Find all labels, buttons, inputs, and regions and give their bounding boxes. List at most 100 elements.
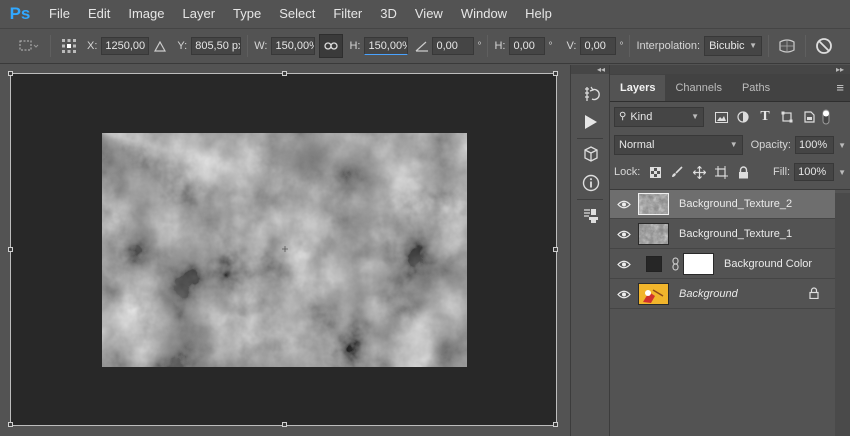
- layer-row-background-texture-2[interactable]: Background_Texture_2: [610, 190, 835, 219]
- separator: [247, 35, 249, 57]
- actions-play-icon[interactable]: [571, 108, 611, 136]
- menu-select[interactable]: Select: [270, 0, 324, 28]
- x-field[interactable]: 1250,00 px: [101, 37, 150, 55]
- layer-name: Background Color: [724, 258, 813, 270]
- transform-handle[interactable]: [8, 422, 13, 427]
- filter-adjustment-icon[interactable]: [732, 107, 754, 127]
- 3d-cube-icon[interactable]: [571, 141, 611, 169]
- visibility-eye-icon[interactable]: [610, 220, 638, 249]
- hskew-field[interactable]: 0,00: [509, 37, 546, 55]
- menu-image[interactable]: Image: [119, 0, 173, 28]
- visibility-eye-icon[interactable]: [610, 190, 638, 219]
- blend-mode-select[interactable]: Normal ▼: [614, 135, 743, 155]
- mask-link-icon[interactable]: [669, 257, 681, 271]
- chevron-down-icon[interactable]: ▼: [838, 168, 846, 177]
- filter-shape-icon[interactable]: [776, 107, 798, 127]
- w-label: W:: [254, 40, 268, 52]
- visibility-eye-icon[interactable]: [610, 280, 638, 309]
- transform-handle[interactable]: [282, 71, 287, 76]
- width-field[interactable]: 150,00%: [271, 37, 316, 55]
- layer-mask-thumbnail[interactable]: [683, 253, 714, 275]
- link-icon[interactable]: [319, 34, 344, 58]
- separator: [768, 35, 770, 57]
- history-icon[interactable]: [571, 80, 611, 108]
- clone-source-icon[interactable]: [571, 202, 611, 230]
- rotate-angle-icon: [412, 34, 432, 58]
- lock-all-icon[interactable]: [732, 162, 754, 182]
- separator: [487, 35, 489, 57]
- transform-handle[interactable]: [553, 71, 558, 76]
- fill-layer-thumbnail: [638, 253, 669, 275]
- filter-type-icon[interactable]: T: [754, 107, 776, 127]
- cancel-transform-icon[interactable]: [812, 34, 836, 58]
- layers-list: Background_Texture_2 Background_Texture_…: [610, 189, 850, 436]
- transform-handle[interactable]: [8, 71, 13, 76]
- delta-icon[interactable]: [149, 34, 171, 58]
- layers-panel: ▸▸ Layers Channels Paths ≡ ⚲ Kind ▼ T No…: [610, 65, 850, 436]
- tab-paths[interactable]: Paths: [732, 75, 780, 101]
- transform-handle[interactable]: [553, 422, 558, 427]
- tab-layers[interactable]: Layers: [610, 75, 666, 101]
- angle-degree: °: [477, 40, 482, 52]
- chevron-down-icon[interactable]: ▼: [838, 141, 846, 150]
- menu-window[interactable]: Window: [452, 0, 516, 28]
- chevron-down-icon: ▼: [749, 41, 758, 50]
- panel-scrollbar[interactable]: [835, 193, 850, 436]
- warp-icon[interactable]: [775, 34, 799, 58]
- transform-handle[interactable]: [8, 247, 13, 252]
- visibility-eye-icon[interactable]: [610, 250, 638, 279]
- tab-channels[interactable]: Channels: [665, 75, 731, 101]
- hskew-degree: °: [548, 40, 553, 52]
- layer-lock-icon[interactable]: [809, 286, 819, 302]
- layer-thumbnail: [638, 193, 669, 215]
- panel-dock-strip: ◂◂: [570, 65, 610, 436]
- lock-artboard-icon[interactable]: [710, 162, 732, 182]
- layer-name: Background_Texture_1: [679, 228, 793, 240]
- vskew-field[interactable]: 0,00: [580, 37, 617, 55]
- document-workspace[interactable]: [0, 65, 570, 436]
- fill-field[interactable]: 100%: [794, 163, 835, 181]
- lock-brush-icon[interactable]: [666, 162, 688, 182]
- layer-row-background-texture-1[interactable]: Background_Texture_1: [610, 220, 835, 249]
- info-icon[interactable]: [571, 169, 611, 197]
- menu-type[interactable]: Type: [224, 0, 270, 28]
- transform-handle[interactable]: [553, 247, 558, 252]
- layer-row-background[interactable]: Background: [610, 280, 835, 309]
- lock-transparency-icon[interactable]: [644, 162, 666, 182]
- panel-menu-icon[interactable]: ≡: [836, 75, 844, 101]
- collapse-arrows-icon[interactable]: ◂◂: [571, 65, 609, 74]
- lock-move-icon[interactable]: [688, 162, 710, 182]
- menu-layer[interactable]: Layer: [174, 0, 225, 28]
- reference-point-icon[interactable]: [57, 34, 81, 58]
- collapse-arrows-icon[interactable]: ▸▸: [610, 65, 850, 74]
- opacity-field[interactable]: 100%: [794, 136, 835, 154]
- interpolation-select[interactable]: Bicubic ▼: [704, 36, 763, 56]
- menu-view[interactable]: View: [406, 0, 452, 28]
- menu-edit[interactable]: Edit: [79, 0, 119, 28]
- search-icon: ⚲: [619, 111, 627, 122]
- menu-file[interactable]: File: [40, 0, 79, 28]
- document-canvas[interactable]: [8, 71, 558, 427]
- angle-field[interactable]: 0,00: [432, 37, 475, 55]
- menu-filter[interactable]: Filter: [324, 0, 371, 28]
- layer-thumbnail: [638, 223, 669, 245]
- filter-smart-object-icon[interactable]: [798, 107, 820, 127]
- h-label: H:: [349, 40, 361, 52]
- layer-name: Background_Texture_2: [679, 198, 793, 210]
- filter-kind-select[interactable]: ⚲ Kind ▼: [614, 107, 704, 127]
- transform-handle[interactable]: [282, 422, 287, 427]
- layer-row-background-color[interactable]: Background Color: [610, 250, 835, 279]
- photoshop-logo: Ps: [9, 4, 31, 23]
- transform-tool-icon[interactable]: [14, 34, 44, 58]
- filter-toggle-icon[interactable]: [820, 107, 832, 127]
- height-field[interactable]: 150,00%: [364, 37, 409, 55]
- vskew-label: V:: [566, 40, 577, 52]
- menu-help[interactable]: Help: [516, 0, 561, 28]
- menu-3d[interactable]: 3D: [371, 0, 406, 28]
- separator: [50, 35, 51, 57]
- filter-pixel-icon[interactable]: [710, 107, 732, 127]
- y-field[interactable]: 805,50 px: [191, 37, 242, 55]
- options-bar: X: 1250,00 px Y: 805,50 px W: 150,00% H:…: [0, 28, 850, 64]
- separator: [577, 199, 603, 200]
- cloud-texture-image: [102, 133, 467, 367]
